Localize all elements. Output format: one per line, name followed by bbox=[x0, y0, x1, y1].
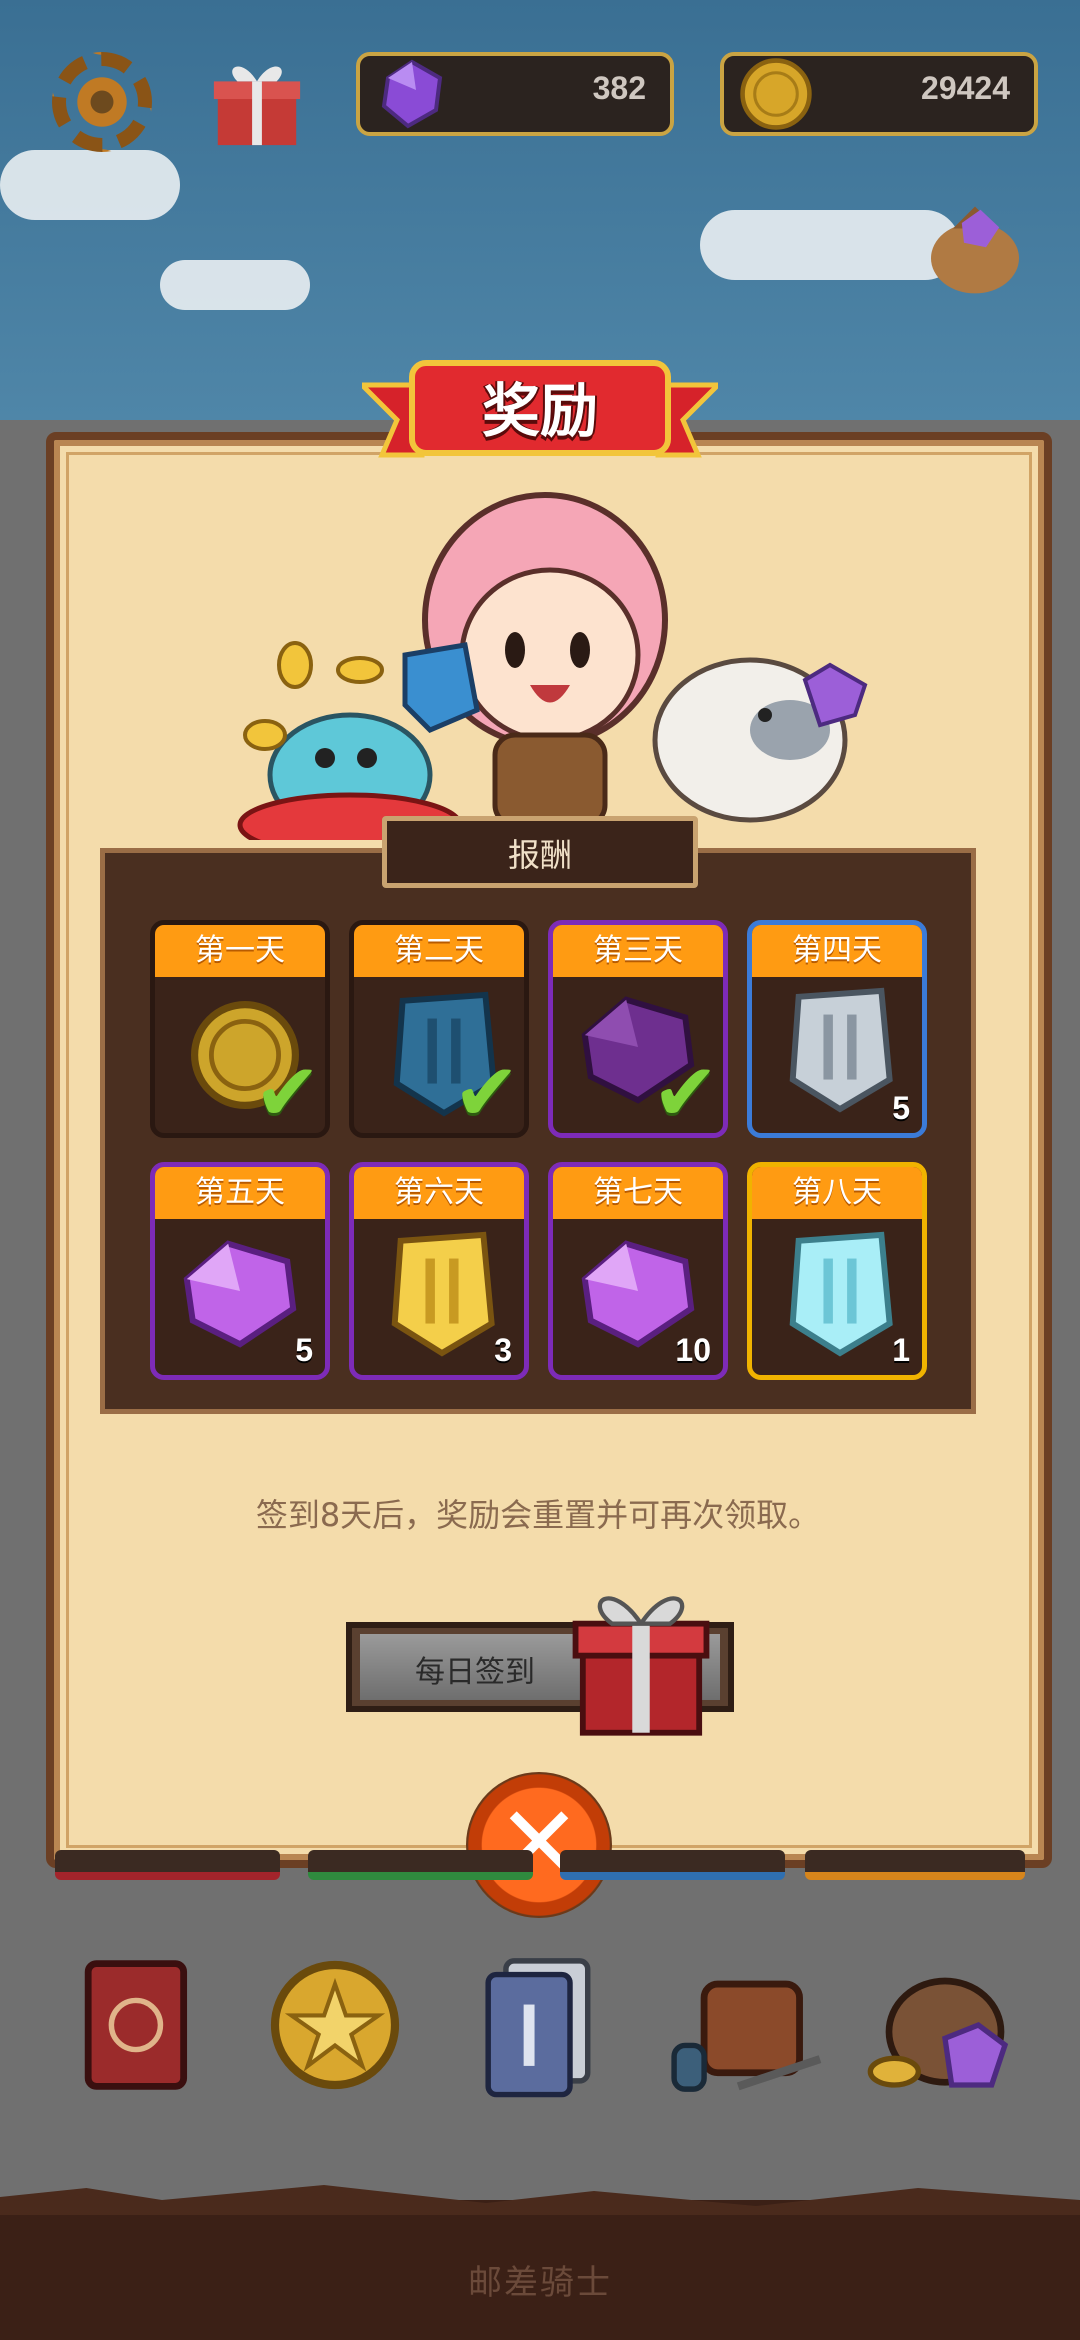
day-8-reward[interactable]: 第八天 1 bbox=[747, 1162, 927, 1380]
day-4-reward[interactable]: 第四天 5 bbox=[747, 920, 927, 1138]
purple-gem-icon bbox=[183, 1240, 297, 1348]
dialog-title: 奖励 bbox=[481, 377, 598, 445]
tab-strip bbox=[805, 1850, 1025, 1880]
gem-counter: 382 bbox=[356, 52, 674, 136]
ice-shield-icon bbox=[789, 1231, 893, 1357]
reward-count: 5 bbox=[892, 1090, 910, 1126]
reward-section-title: 报酬 bbox=[507, 836, 572, 874]
settings-gear-icon[interactable] bbox=[52, 52, 152, 152]
day-label: 第七天 bbox=[553, 1167, 723, 1219]
characters-illustration bbox=[237, 492, 868, 840]
tab-strip bbox=[560, 1850, 785, 1880]
day-1-reward[interactable]: 第一天 ✔ bbox=[150, 920, 330, 1138]
tab-strip bbox=[308, 1850, 533, 1880]
day-2-reward[interactable]: 第二天 ✔ bbox=[349, 920, 529, 1138]
star-coin-icon[interactable] bbox=[265, 1950, 405, 2100]
spellbook-icon[interactable] bbox=[70, 1950, 210, 2100]
day-7-reward[interactable]: 第七天 10 bbox=[548, 1162, 728, 1380]
gold-coin-icon bbox=[740, 58, 812, 130]
treasure-bag-icon[interactable] bbox=[865, 1950, 1025, 2100]
day-6-reward[interactable]: 第六天 3 bbox=[349, 1162, 529, 1380]
day-5-reward[interactable]: 第五天 5 bbox=[150, 1162, 330, 1380]
gift-box-icon bbox=[572, 1596, 710, 1736]
gold-shield-icon bbox=[391, 1231, 495, 1357]
treasure-bag-icon[interactable] bbox=[920, 190, 1030, 300]
day-label: 第二天 bbox=[354, 925, 524, 977]
day-3-reward[interactable]: 第三天 ✔ bbox=[548, 920, 728, 1138]
reward-count: 3 bbox=[494, 1332, 512, 1368]
close-icon[interactable]: ✕ bbox=[466, 1778, 612, 1908]
reward-count: 1 bbox=[892, 1332, 910, 1368]
cloud bbox=[0, 150, 180, 220]
day-label: 第八天 bbox=[752, 1167, 922, 1219]
tab-strip bbox=[55, 1850, 280, 1880]
inventory-bag-icon[interactable] bbox=[660, 1950, 830, 2100]
card-deck-icon[interactable] bbox=[470, 1950, 610, 2100]
claimed-check-icon: ✔ bbox=[452, 1046, 520, 1138]
reset-note: 签到8天后，奖励会重置并可再次领取。 bbox=[255, 1496, 821, 1534]
reward-count: 5 bbox=[295, 1332, 313, 1368]
day-label: 第一天 bbox=[155, 925, 325, 977]
day-label: 第三天 bbox=[553, 925, 723, 977]
day-label: 第四天 bbox=[752, 925, 922, 977]
cloud bbox=[160, 260, 310, 310]
day-label: 第五天 bbox=[155, 1167, 325, 1219]
purple-gem-icon bbox=[381, 59, 443, 129]
gift-icon[interactable] bbox=[208, 52, 306, 150]
daily-checkin-label: 每日签到 bbox=[415, 1655, 535, 1690]
silver-shield-icon bbox=[789, 987, 893, 1113]
day-label: 第六天 bbox=[354, 1167, 524, 1219]
game-title: 邮差骑士 bbox=[468, 2263, 612, 2303]
coin-count: 29424 bbox=[921, 70, 1010, 106]
reward-count: 10 bbox=[675, 1332, 711, 1368]
gem-count: 382 bbox=[592, 70, 646, 106]
coin-counter: 29424 bbox=[720, 52, 1038, 136]
claimed-check-icon: ✔ bbox=[651, 1046, 719, 1138]
claimed-check-icon: ✔ bbox=[253, 1046, 321, 1138]
